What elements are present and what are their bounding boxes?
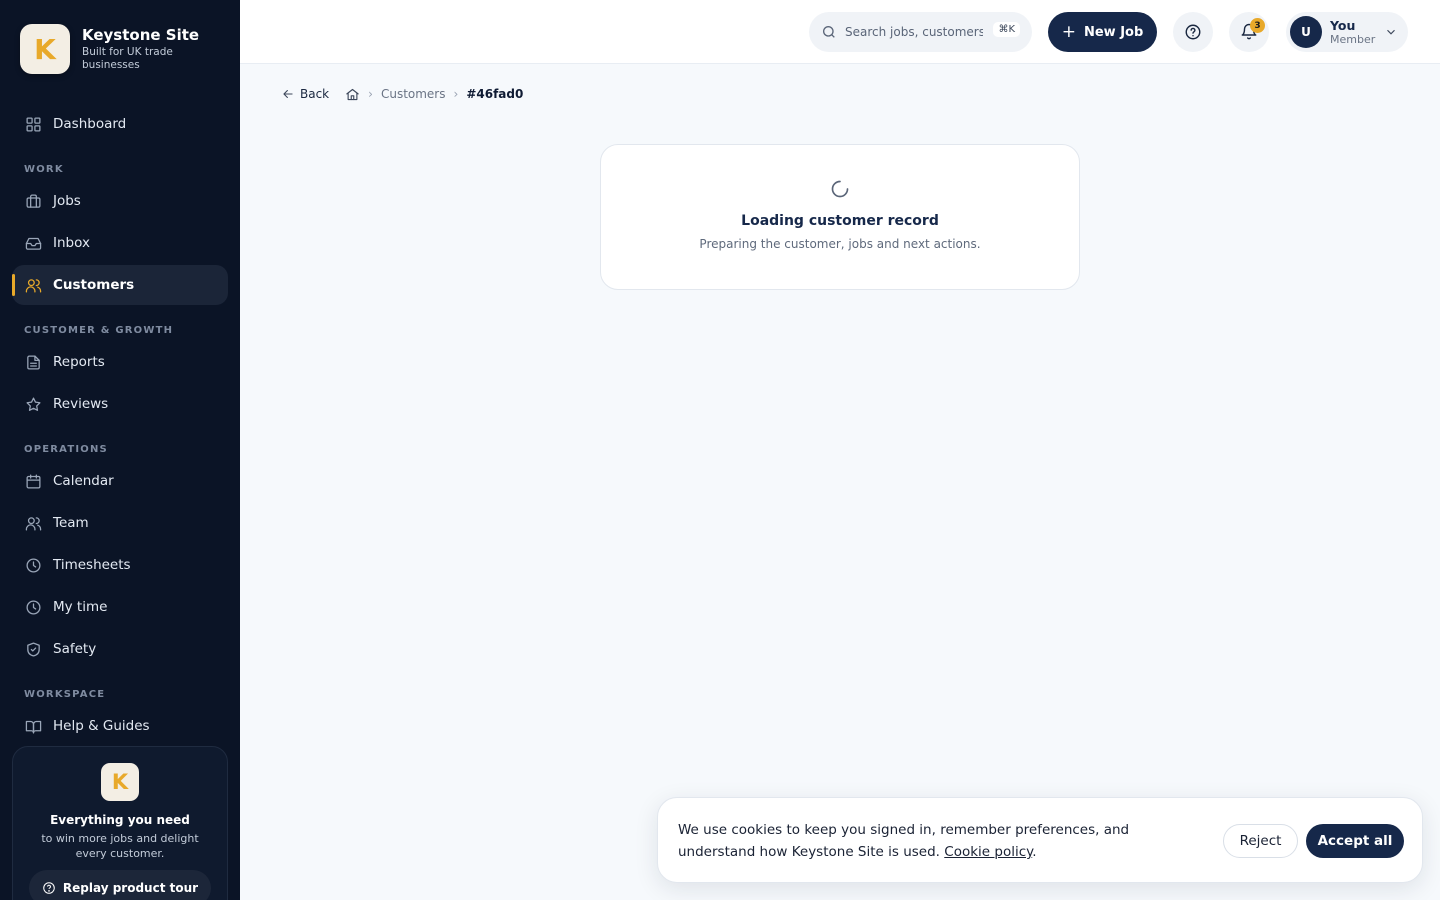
search-box[interactable]: ⌘K bbox=[809, 12, 1032, 52]
sidebar-item-label: Customers bbox=[53, 277, 135, 293]
chevron-right-icon: › bbox=[368, 87, 373, 101]
breadcrumb-current: #46fad0 bbox=[466, 87, 524, 101]
briefcase-icon bbox=[24, 192, 42, 210]
sidebar-item-inbox[interactable]: Inbox bbox=[12, 223, 228, 263]
sidebar-item-label: Safety bbox=[53, 641, 97, 657]
sidebar-item-customers[interactable]: Customers bbox=[12, 265, 228, 305]
help-button[interactable] bbox=[1173, 12, 1213, 52]
sidebar-item-label: Dashboard bbox=[53, 116, 127, 132]
sidebar-item-help[interactable]: Help & Guides bbox=[12, 706, 228, 746]
loading-title: Loading customer record bbox=[741, 213, 939, 229]
accept-cookies-button[interactable]: Accept all bbox=[1306, 824, 1404, 858]
loading-subtitle: Preparing the customer, jobs and next ac… bbox=[699, 237, 981, 251]
sidebar-item-calendar[interactable]: Calendar bbox=[12, 461, 228, 501]
clock-icon bbox=[24, 598, 42, 616]
sidebar-item-label: Team bbox=[53, 515, 89, 531]
sidebar-item-label: Help & Guides bbox=[53, 718, 150, 734]
grid-icon bbox=[24, 115, 42, 133]
cookie-banner: We use cookies to keep you signed in, re… bbox=[657, 797, 1423, 883]
sidebar-item-jobs[interactable]: Jobs bbox=[12, 181, 228, 221]
star-icon bbox=[24, 395, 42, 413]
home-icon[interactable] bbox=[345, 87, 360, 102]
notification-count-badge: 3 bbox=[1250, 18, 1265, 33]
sidebar-item-label: My time bbox=[53, 599, 108, 615]
section-label-workspace: WORKSPACE bbox=[24, 689, 106, 700]
replay-tour-button[interactable]: Replay product tour bbox=[29, 870, 211, 900]
cookie-message: We use cookies to keep you signed in, re… bbox=[678, 822, 1130, 860]
calendar-icon bbox=[24, 472, 42, 490]
clock-icon bbox=[24, 556, 42, 574]
search-shortcut: ⌘K bbox=[993, 22, 1020, 37]
search-input[interactable] bbox=[845, 25, 983, 39]
inbox-icon bbox=[24, 234, 42, 252]
brand-tagline: Built for UK trade businesses bbox=[82, 46, 173, 71]
sidebar-item-timesheets[interactable]: Timesheets bbox=[12, 545, 228, 585]
loading-card: Loading customer record Preparing the cu… bbox=[600, 144, 1080, 290]
spinner-icon bbox=[830, 179, 850, 199]
sidebar-item-my-time[interactable]: My time bbox=[12, 587, 228, 627]
reject-cookies-button[interactable]: Reject bbox=[1223, 824, 1298, 858]
sidebar-item-label: Jobs bbox=[53, 193, 81, 209]
help-circle-icon bbox=[43, 882, 55, 894]
section-label-work: WORK bbox=[24, 164, 64, 175]
section-label-growth: CUSTOMER & GROWTH bbox=[24, 325, 174, 336]
brand-logo: K bbox=[20, 24, 70, 74]
top-bar: ⌘K + New Job 3 U You Member bbox=[240, 0, 1440, 64]
product-tour-card: K Everything you need to win more jobs a… bbox=[12, 746, 228, 900]
new-job-button[interactable]: + New Job bbox=[1048, 12, 1157, 52]
brand[interactable]: K Keystone Site Built for UK trade busin… bbox=[20, 24, 199, 74]
search-icon bbox=[823, 26, 835, 38]
chevron-down-icon bbox=[1387, 29, 1395, 35]
arrow-left-icon bbox=[283, 89, 293, 99]
user-name: You bbox=[1330, 17, 1356, 33]
sidebar-item-reviews[interactable]: Reviews bbox=[12, 384, 228, 424]
users-icon bbox=[24, 276, 42, 294]
sidebar-item-label: Calendar bbox=[53, 473, 114, 489]
sidebar-item-label: Timesheets bbox=[53, 557, 131, 573]
promo-subtitle: to win more jobs and delight every custo… bbox=[41, 832, 199, 860]
plus-icon: + bbox=[1061, 22, 1076, 42]
shield-check-icon bbox=[24, 640, 42, 658]
sidebar-item-label: Reviews bbox=[53, 396, 109, 412]
sidebar-item-team[interactable]: Team bbox=[12, 503, 228, 543]
brand-logo: K bbox=[101, 763, 139, 801]
file-text-icon bbox=[24, 353, 42, 371]
notifications-button[interactable]: 3 bbox=[1229, 12, 1269, 52]
promo-title: Everything you need bbox=[50, 813, 190, 827]
sidebar-item-dashboard[interactable]: Dashboard bbox=[12, 104, 228, 144]
avatar: U bbox=[1290, 16, 1322, 48]
sidebar: K Keystone Site Built for UK trade busin… bbox=[0, 0, 240, 900]
team-icon bbox=[24, 514, 42, 532]
book-open-icon bbox=[24, 717, 42, 735]
back-link[interactable]: Back bbox=[281, 87, 329, 101]
sidebar-item-reports[interactable]: Reports bbox=[12, 342, 228, 382]
sidebar-item-safety[interactable]: Safety bbox=[12, 629, 228, 669]
brand-name: Keystone Site bbox=[82, 26, 200, 44]
sidebar-item-label: Inbox bbox=[53, 235, 90, 251]
help-circle-icon bbox=[1185, 24, 1201, 40]
user-role: Member bbox=[1330, 32, 1376, 46]
sidebar-item-label: Reports bbox=[53, 354, 105, 370]
breadcrumb: Back › Customers › #46fad0 bbox=[281, 86, 523, 102]
chevron-right-icon: › bbox=[453, 87, 459, 101]
user-menu[interactable]: U You Member bbox=[1286, 12, 1408, 52]
cookie-policy-link[interactable]: Cookie policy bbox=[944, 844, 1032, 860]
breadcrumb-customers-link[interactable]: Customers bbox=[381, 87, 446, 101]
section-label-operations: OPERATIONS bbox=[24, 444, 108, 455]
